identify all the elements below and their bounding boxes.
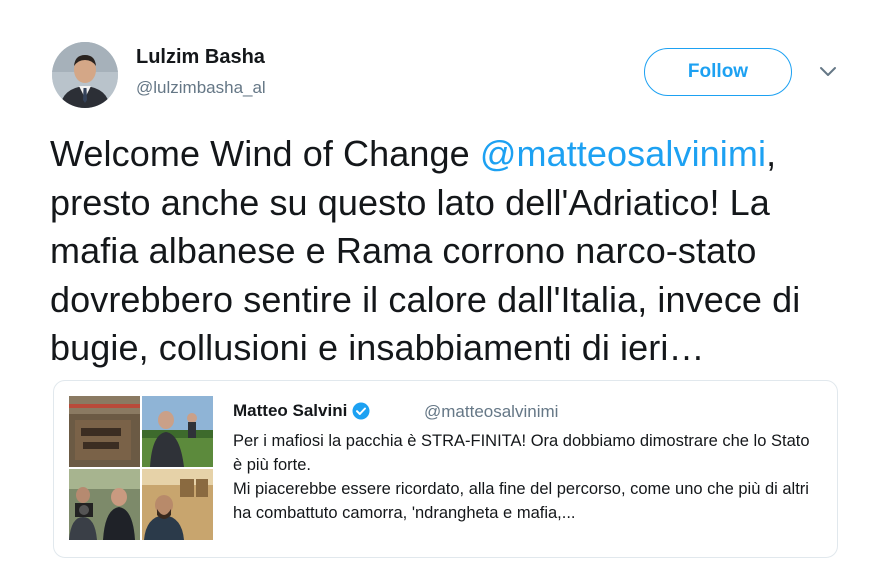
quoted-author-handle[interactable]: @matteosalvinimi bbox=[424, 402, 558, 422]
quoted-author[interactable]: Matteo Salvini bbox=[233, 401, 370, 421]
quoted-tweet-line: Mi piacerebbe essere ricordato, alla fin… bbox=[233, 480, 809, 522]
tweet-text: Welcome Wind of Change @matteosalvinimi,… bbox=[50, 130, 850, 373]
media-thumbnail[interactable] bbox=[69, 469, 140, 540]
media-thumbnail[interactable] bbox=[142, 396, 213, 467]
profile-photo-icon bbox=[52, 42, 118, 108]
quoted-tweet-text: Per i mafiosi la pacchia è STRA-FINITA! … bbox=[233, 429, 823, 525]
quoted-tweet-card[interactable]: Matteo Salvini @matteosalvinimi Per i ma… bbox=[53, 380, 838, 558]
tweet-text-before: Welcome Wind of Change bbox=[50, 133, 480, 174]
photo-man-icon bbox=[142, 396, 213, 467]
follow-button[interactable]: Follow bbox=[644, 48, 792, 96]
photo-press-icon bbox=[69, 469, 140, 540]
author-name[interactable]: Lulzim Basha bbox=[136, 46, 265, 69]
verified-badge-icon bbox=[352, 402, 370, 420]
media-thumbnail[interactable] bbox=[142, 469, 213, 540]
photo-sign-icon bbox=[69, 396, 140, 467]
chevron-down-icon[interactable] bbox=[818, 64, 838, 78]
author-handle[interactable]: @lulzimbasha_al bbox=[136, 78, 266, 98]
photo-building-icon bbox=[142, 469, 213, 540]
author-avatar[interactable] bbox=[52, 42, 118, 108]
quoted-author-name[interactable]: Matteo Salvini bbox=[233, 401, 347, 421]
tweet-mention-link[interactable]: @matteosalvinimi bbox=[480, 133, 766, 174]
quoted-tweet-line: Per i mafiosi la pacchia è STRA-FINITA! … bbox=[233, 432, 810, 474]
quoted-tweet-media[interactable] bbox=[69, 396, 213, 540]
media-thumbnail[interactable] bbox=[69, 396, 140, 467]
